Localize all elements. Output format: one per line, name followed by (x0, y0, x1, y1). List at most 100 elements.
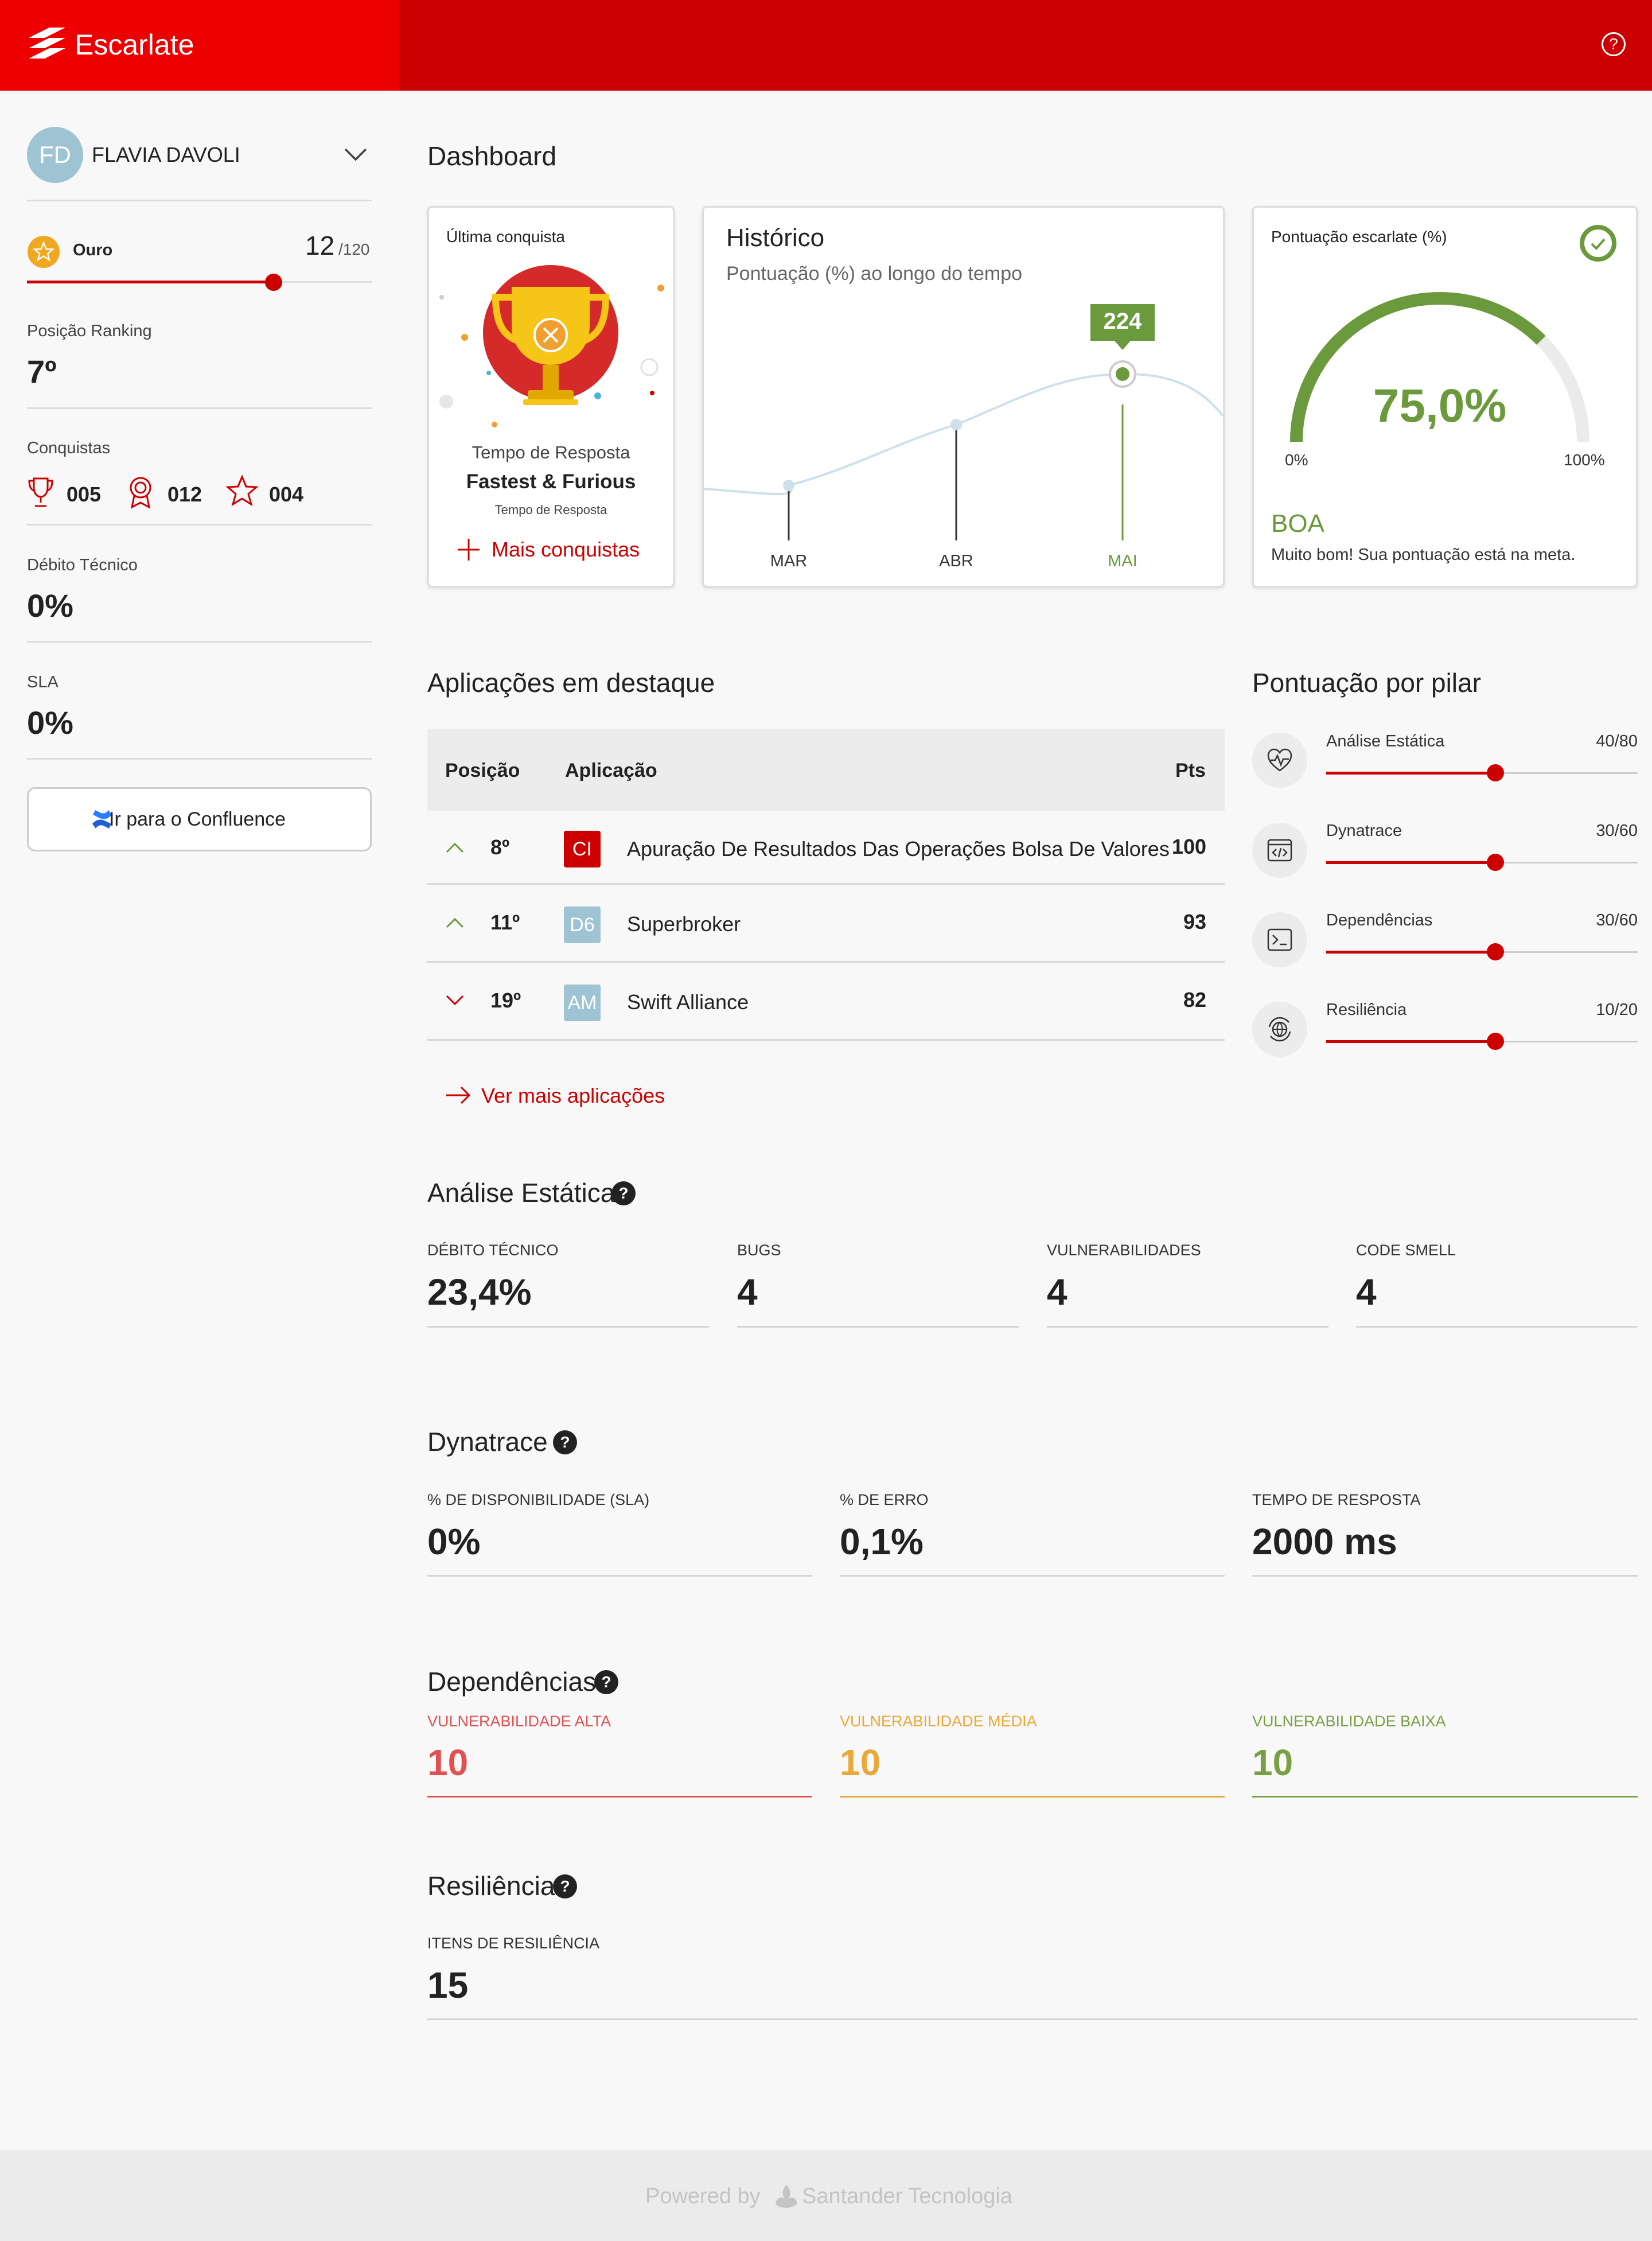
confluence-button-label[interactable]: Ir para o Confluence (109, 808, 286, 831)
app-badge: CI (564, 831, 601, 867)
pillar-score: 10/20 (1596, 1001, 1638, 1019)
stat-value-medium: 10 (840, 1742, 881, 1783)
app-name[interactable]: Superbroker (627, 912, 741, 937)
user-name[interactable]: FLAVIA DAVOLI (92, 142, 240, 168)
medals-count: 012 (167, 483, 202, 506)
pillar-score: 30/60 (1596, 911, 1638, 929)
level-points: 12 (305, 231, 335, 260)
heartbeat-icon (1267, 748, 1292, 772)
stat-divider (427, 1326, 709, 1328)
code-window-icon (1267, 839, 1292, 862)
table-header (427, 729, 1225, 811)
footer-company[interactable]: Santander Tecnologia (802, 2184, 1012, 2209)
last-achievement-caption: Última conquista (446, 228, 565, 246)
stat-divider (427, 1575, 812, 1577)
chart-xlabel-abr: ABR (939, 552, 973, 570)
trend-up-icon (446, 917, 464, 928)
stat-divider (427, 2018, 1638, 2020)
resilience-title: Resiliência (427, 1871, 555, 1901)
chart-point-abr (950, 419, 962, 430)
trophies-count: 005 (67, 483, 102, 506)
star-icon (225, 475, 259, 507)
help-question-icon[interactable]: ? (611, 1181, 636, 1205)
stat-value: 15 (427, 1964, 469, 2006)
row-divider (427, 1039, 1225, 1041)
stat-divider-low (1252, 1796, 1638, 1798)
pillar-score: 30/60 (1596, 822, 1638, 840)
stat-value: 0,1% (840, 1521, 924, 1562)
stat-divider (737, 1326, 1019, 1328)
achievements-label: Conquistas (27, 439, 111, 457)
plus-icon[interactable] (457, 538, 481, 562)
check-circle-icon (1580, 225, 1616, 262)
app-name[interactable]: Apuração De Resultados Das Operações Bol… (627, 837, 1170, 862)
more-apps-link[interactable]: Ver mais aplicações (481, 1083, 665, 1108)
stat-value: 2000 ms (1252, 1521, 1397, 1562)
help-question-icon[interactable]: ? (553, 1430, 577, 1454)
stat-label: ITENS DE RESILIÊNCIA (427, 1935, 600, 1952)
pillar-name: Resiliência (1326, 1001, 1407, 1019)
app-badge: AM (564, 985, 601, 1021)
table-row[interactable] (427, 885, 1225, 962)
score-caption: Pontuação escarlate (%) (1271, 228, 1447, 246)
medal-icon (130, 477, 151, 509)
column-position[interactable]: Posição (445, 759, 520, 782)
trophy-illustration-icon (439, 265, 664, 427)
featured-title: Aplicações em destaque (427, 668, 715, 698)
level-progress-bar (27, 281, 274, 283)
avatar[interactable]: FD (27, 127, 83, 183)
column-application[interactable]: Aplicação (565, 759, 657, 782)
gold-star-icon (28, 236, 60, 268)
chevron-down-icon[interactable] (343, 147, 368, 163)
pillar-name: Dynatrace (1326, 822, 1402, 840)
level-progress-thumb (265, 274, 282, 291)
arrow-right-icon[interactable] (445, 1086, 472, 1105)
pillar-fill (1326, 951, 1495, 954)
score-rating: BOA (1271, 509, 1324, 538)
history-subtitle: Pontuação (%) ao longo do tempo (726, 263, 1023, 285)
dependencies-title: Dependências (427, 1667, 597, 1697)
more-achievements-link[interactable]: Mais conquistas (492, 537, 640, 562)
stars-count: 004 (269, 483, 304, 506)
app-pts: 100 (1171, 835, 1206, 858)
stat-value: 4 (1047, 1271, 1067, 1313)
santander-flame-icon (776, 2185, 797, 2208)
table-row[interactable] (427, 963, 1225, 1040)
pillar-name: Análise Estática (1326, 732, 1445, 750)
stat-value-low: 10 (1252, 1742, 1293, 1783)
page-title: Dashboard (427, 141, 557, 171)
app-name[interactable]: Swift Alliance (627, 990, 749, 1015)
stat-value: 0% (427, 1521, 481, 1562)
column-pts[interactable]: Pts (1175, 759, 1206, 782)
chart-xlabel-mar: MAR (770, 552, 808, 570)
pillar-thumb (1487, 764, 1504, 781)
help-question-icon[interactable]: ? (553, 1874, 577, 1898)
dynatrace-title: Dynatrace (427, 1427, 548, 1457)
stat-divider-medium (840, 1796, 1225, 1798)
stat-label-low: VULNERABILIDADE BAIXA (1252, 1713, 1446, 1730)
ranking-value: 7º (27, 353, 57, 390)
stat-label: TEMPO DE RESPOSTA (1252, 1491, 1421, 1508)
pillar-thumb (1487, 854, 1504, 871)
chart-tooltip-value: 224 (1103, 309, 1142, 334)
stat-value: 4 (737, 1271, 758, 1313)
trophy-icon (28, 477, 53, 507)
globe-refresh-icon (1268, 1017, 1291, 1042)
pillar-fill (1326, 1040, 1495, 1043)
tech-debt-label: Débito Técnico (27, 556, 138, 574)
pillar-thumb (1487, 943, 1504, 960)
escarlate-logo-icon (29, 28, 65, 59)
divider (27, 200, 372, 201)
brand-name[interactable]: Escarlate (75, 26, 194, 63)
stat-divider (1047, 1326, 1328, 1328)
row-position: 11º (490, 911, 520, 934)
divider (27, 758, 372, 760)
stat-label: BUGS (737, 1242, 781, 1259)
help-question-icon[interactable]: ? (594, 1670, 618, 1694)
help-icon[interactable]: ? (1602, 32, 1626, 56)
gauge-max-label: 100% (1564, 451, 1605, 469)
stat-label: DÉBITO TÉCNICO (427, 1242, 559, 1259)
app-pts: 82 (1183, 988, 1206, 1011)
divider (27, 524, 372, 526)
pillar-score: 40/80 (1596, 732, 1638, 750)
